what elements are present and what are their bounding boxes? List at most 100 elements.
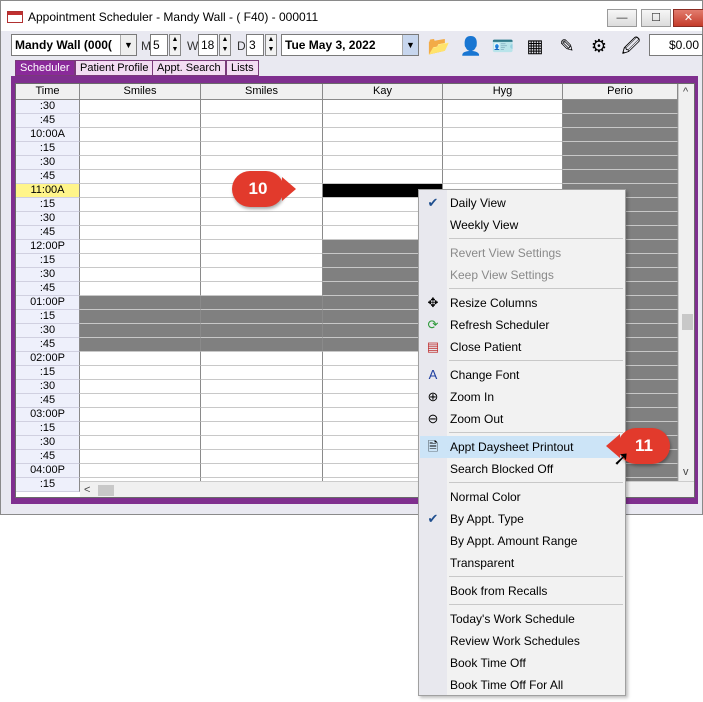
blocked-slot[interactable] bbox=[80, 310, 201, 324]
menu-item-by-appt-type[interactable]: By Appt. Type bbox=[447, 508, 625, 530]
schedule-slot[interactable] bbox=[80, 380, 201, 394]
menu-item-change-font[interactable]: Change Font bbox=[447, 364, 625, 386]
blocked-slot[interactable] bbox=[563, 156, 678, 170]
menu-item-review-work-schedules[interactable]: Review Work Schedules bbox=[447, 630, 625, 652]
column-header[interactable]: Hyg bbox=[443, 84, 563, 100]
schedule-slot[interactable] bbox=[80, 464, 201, 478]
blocked-slot[interactable] bbox=[201, 324, 323, 338]
schedule-slot[interactable] bbox=[443, 128, 563, 142]
menu-item-by-appt-amount-range[interactable]: By Appt. Amount Range bbox=[447, 530, 625, 552]
schedule-slot[interactable] bbox=[80, 100, 201, 114]
chevron-down-icon[interactable]: ▼ bbox=[120, 35, 136, 55]
settings-icon[interactable]: ⚙ bbox=[585, 33, 613, 59]
schedule-slot[interactable] bbox=[201, 156, 323, 170]
schedule-slot[interactable] bbox=[80, 212, 201, 226]
schedule-slot[interactable] bbox=[323, 128, 443, 142]
tab-patient-profile[interactable]: Patient Profile bbox=[75, 60, 154, 76]
blocked-slot[interactable] bbox=[201, 338, 323, 352]
vertical-scrollbar[interactable]: ^ v bbox=[678, 84, 694, 481]
menu-item-normal-color[interactable]: Normal Color bbox=[447, 486, 625, 508]
schedule-slot[interactable] bbox=[80, 114, 201, 128]
menu-item-resize-columns[interactable]: Resize Columns bbox=[447, 292, 625, 314]
week-field[interactable]: 18 bbox=[198, 34, 218, 56]
tab-lists[interactable]: Lists bbox=[226, 60, 259, 76]
schedule-slot[interactable] bbox=[201, 114, 323, 128]
close-button[interactable]: ✕ bbox=[673, 9, 703, 27]
menu-item-book-time-off[interactable]: Book Time Off bbox=[447, 652, 625, 674]
schedule-slot[interactable] bbox=[443, 170, 563, 184]
notes-icon[interactable]: 🖉 bbox=[617, 33, 645, 59]
patient-select[interactable]: Mandy Wall (000( ▼ bbox=[11, 34, 137, 56]
schedule-slot[interactable] bbox=[201, 142, 323, 156]
schedule-slot[interactable] bbox=[80, 156, 201, 170]
menu-item-appt-daysheet-printout[interactable]: Appt Daysheet Printout bbox=[420, 436, 625, 458]
menu-item-refresh-scheduler[interactable]: Refresh Scheduler bbox=[447, 314, 625, 336]
schedule-slot[interactable] bbox=[201, 352, 323, 366]
blocked-slot[interactable] bbox=[563, 128, 678, 142]
schedule-slot[interactable] bbox=[201, 450, 323, 464]
maximize-button[interactable]: ☐ bbox=[641, 9, 671, 27]
scroll-left-icon[interactable]: < bbox=[84, 484, 90, 496]
folder-icon[interactable]: 📂 bbox=[425, 33, 453, 59]
blocked-slot[interactable] bbox=[80, 324, 201, 338]
column-header[interactable]: Smiles bbox=[201, 84, 323, 100]
schedule-slot[interactable] bbox=[80, 436, 201, 450]
scroll-thumb[interactable] bbox=[682, 314, 693, 330]
schedule-slot[interactable] bbox=[80, 128, 201, 142]
schedule-slot[interactable] bbox=[443, 114, 563, 128]
schedule-slot[interactable] bbox=[80, 366, 201, 380]
schedule-slot[interactable] bbox=[201, 268, 323, 282]
schedule-slot[interactable] bbox=[201, 422, 323, 436]
schedule-slot[interactable] bbox=[201, 240, 323, 254]
schedule-slot[interactable] bbox=[201, 212, 323, 226]
menu-item-revert-view-settings[interactable]: Revert View Settings bbox=[447, 242, 625, 264]
schedule-slot[interactable] bbox=[201, 408, 323, 422]
schedule-slot[interactable] bbox=[323, 100, 443, 114]
schedule-slot[interactable] bbox=[201, 282, 323, 296]
schedule-slot[interactable] bbox=[80, 142, 201, 156]
schedule-slot[interactable] bbox=[201, 366, 323, 380]
patient-icon[interactable]: 👤 bbox=[457, 33, 485, 59]
tab-appt-search[interactable]: Appt. Search bbox=[152, 60, 226, 76]
scroll-down-icon[interactable]: v bbox=[683, 466, 689, 478]
pencil-icon[interactable]: ✎ bbox=[553, 33, 581, 59]
menu-item-transparent[interactable]: Transparent bbox=[447, 552, 625, 574]
schedule-slot[interactable] bbox=[323, 142, 443, 156]
schedule-slot[interactable] bbox=[323, 114, 443, 128]
schedule-slot[interactable] bbox=[323, 170, 443, 184]
minimize-button[interactable]: — bbox=[607, 9, 637, 27]
column-header[interactable]: Smiles bbox=[80, 84, 201, 100]
blocked-slot[interactable] bbox=[201, 310, 323, 324]
scroll-thumb-horizontal[interactable] bbox=[98, 485, 114, 496]
schedule-slot[interactable] bbox=[80, 352, 201, 366]
scroll-up-icon[interactable]: ^ bbox=[683, 86, 688, 98]
schedule-slot[interactable] bbox=[201, 380, 323, 394]
schedule-slot[interactable] bbox=[80, 268, 201, 282]
schedule-slot[interactable] bbox=[80, 226, 201, 240]
id-card-icon[interactable]: 🪪 bbox=[489, 33, 517, 59]
blocked-slot[interactable] bbox=[80, 338, 201, 352]
calendar-dropdown-icon[interactable]: ▼ bbox=[402, 35, 418, 55]
schedule-slot[interactable] bbox=[201, 394, 323, 408]
schedule-slot[interactable] bbox=[443, 142, 563, 156]
blocked-slot[interactable] bbox=[201, 296, 323, 310]
day-field[interactable]: 3 bbox=[246, 34, 264, 56]
schedule-slot[interactable] bbox=[80, 184, 201, 198]
day-spinner[interactable]: ▲ ▼ bbox=[265, 34, 277, 56]
calendar-grid-icon[interactable]: ▦ bbox=[521, 33, 549, 59]
menu-item-today-s-work-schedule[interactable]: Today's Work Schedule bbox=[447, 608, 625, 630]
blocked-slot[interactable] bbox=[80, 296, 201, 310]
schedule-slot[interactable] bbox=[201, 436, 323, 450]
blocked-slot[interactable] bbox=[563, 100, 678, 114]
month-field[interactable]: 5 bbox=[150, 34, 168, 56]
schedule-slot[interactable] bbox=[443, 156, 563, 170]
schedule-slot[interactable] bbox=[80, 408, 201, 422]
schedule-slot[interactable] bbox=[201, 226, 323, 240]
menu-item-close-patient[interactable]: Close Patient bbox=[447, 336, 625, 358]
menu-item-book-time-off-for-all[interactable]: Book Time Off For All bbox=[447, 674, 625, 696]
blocked-slot[interactable] bbox=[563, 114, 678, 128]
week-spinner[interactable]: ▲ ▼ bbox=[219, 34, 231, 56]
schedule-slot[interactable] bbox=[80, 422, 201, 436]
schedule-slot[interactable] bbox=[80, 282, 201, 296]
menu-item-book-from-recalls[interactable]: Book from Recalls bbox=[447, 580, 625, 602]
